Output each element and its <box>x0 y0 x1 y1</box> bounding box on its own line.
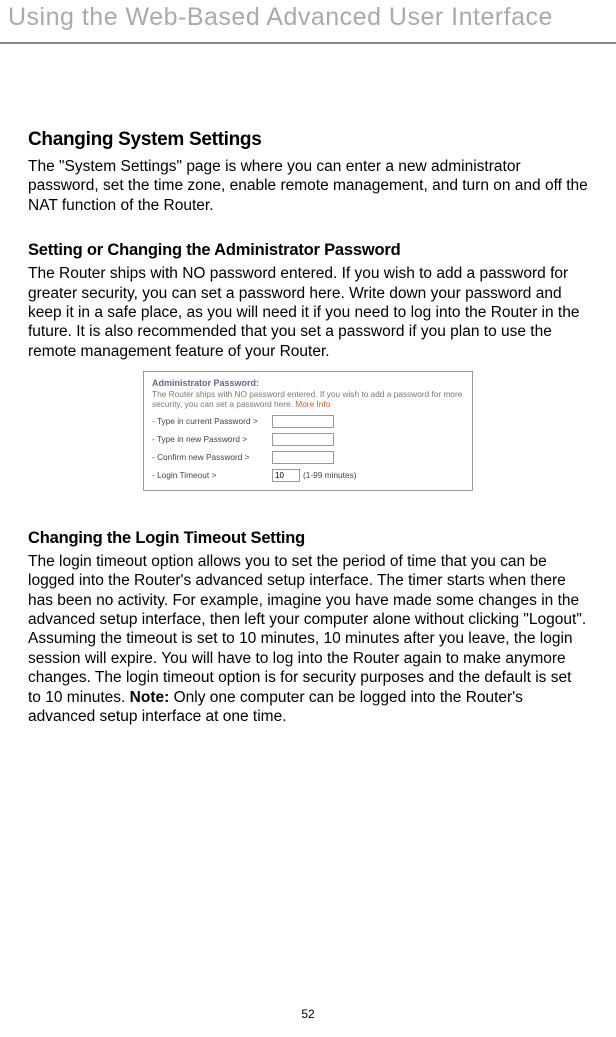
page-number: 52 <box>0 1007 616 1021</box>
section-admin-password-body: The Router ships with NO password entere… <box>28 264 588 361</box>
current-password-label: - Type in current Password > <box>152 416 272 426</box>
new-password-input[interactable] <box>272 433 334 446</box>
login-timeout-label: - Login Timeout > <box>152 470 272 480</box>
section-changing-system-settings-body: The "System Settings" page is where you … <box>28 157 588 215</box>
panel-title: Administrator Password: <box>152 378 464 388</box>
login-timeout-body-before-note: The login timeout option allows you to s… <box>28 553 586 706</box>
page-content: Changing System Settings The "System Set… <box>0 44 616 726</box>
row-login-timeout: - Login Timeout > (1-99 minutes) <box>152 469 464 482</box>
row-new-password: - Type in new Password > <box>152 433 464 446</box>
section-login-timeout-title: Changing the Login Timeout Setting <box>28 529 588 548</box>
admin-password-panel: Administrator Password: The Router ships… <box>143 371 473 491</box>
current-password-input[interactable] <box>272 415 334 428</box>
row-confirm-password: - Confirm new Password > <box>152 451 464 464</box>
page-header: Using the Web-Based Advanced User Interf… <box>0 0 616 44</box>
new-password-label: - Type in new Password > <box>152 434 272 444</box>
row-current-password: - Type in current Password > <box>152 415 464 428</box>
header-title: Using the Web-Based Advanced User Interf… <box>8 3 553 31</box>
more-info-link[interactable]: More Info <box>295 399 330 409</box>
section-admin-password-title: Setting or Changing the Administrator Pa… <box>28 241 588 260</box>
confirm-password-label: - Confirm new Password > <box>152 452 272 462</box>
panel-description: The Router ships with NO password entere… <box>152 390 464 410</box>
section-login-timeout-body: The login timeout option allows you to s… <box>28 552 588 726</box>
note-label: Note: <box>130 689 170 706</box>
login-timeout-input[interactable] <box>272 469 300 482</box>
confirm-password-input[interactable] <box>272 451 334 464</box>
section-changing-system-settings-title: Changing System Settings <box>28 129 588 151</box>
login-timeout-suffix: (1-99 minutes) <box>303 470 357 480</box>
